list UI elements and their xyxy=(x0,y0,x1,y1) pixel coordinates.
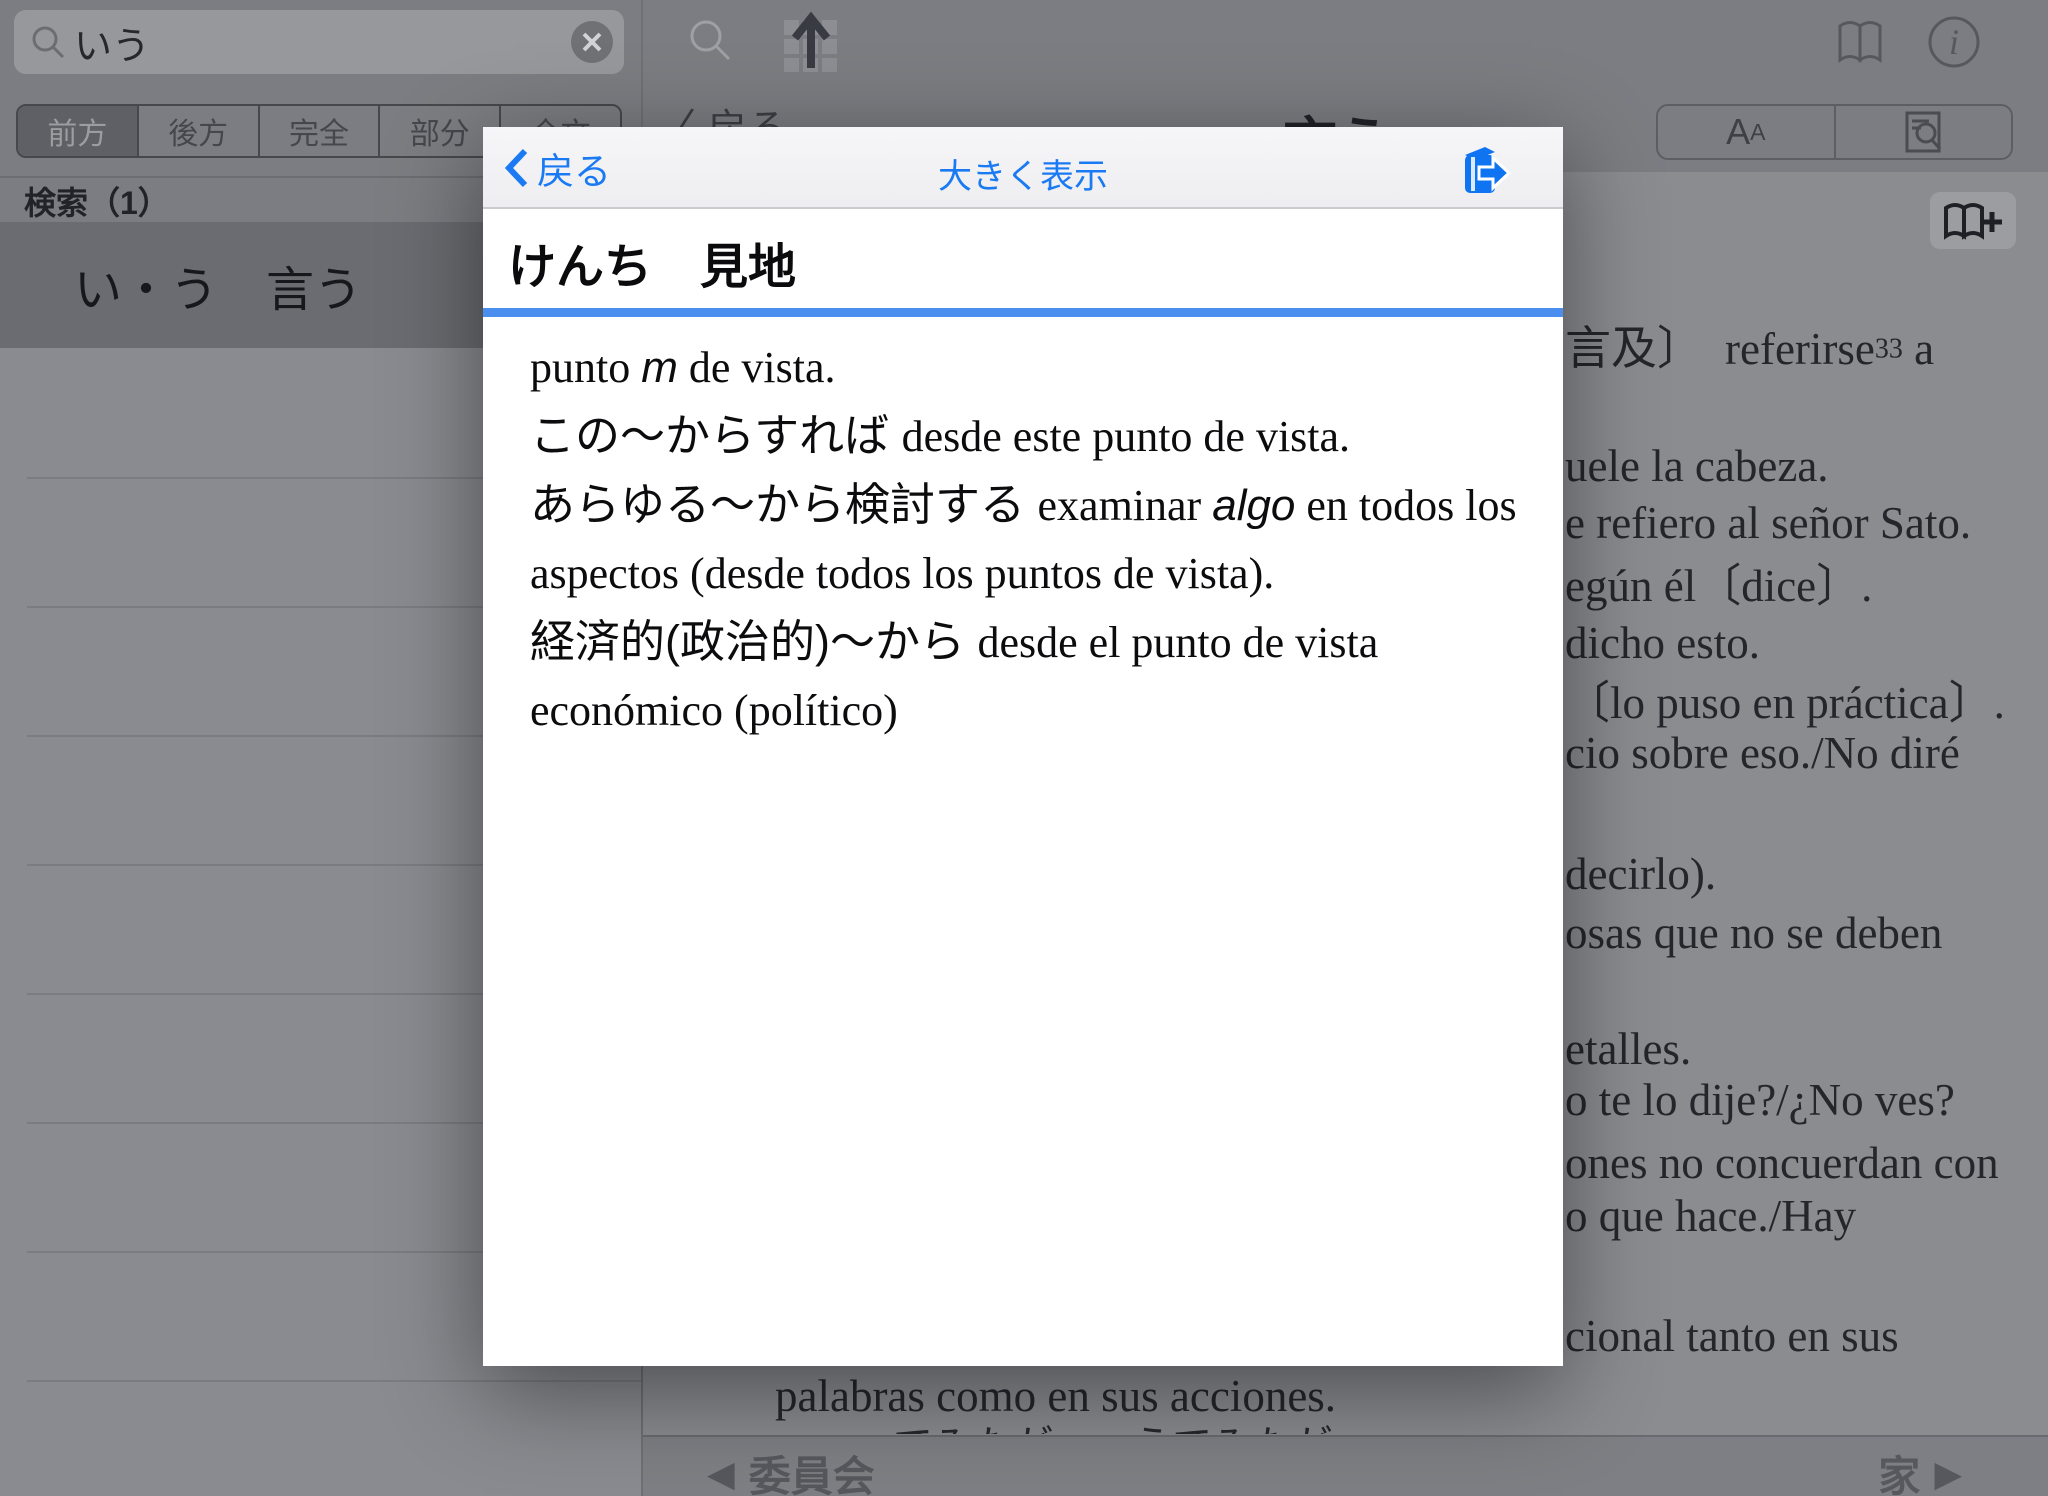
dimmed-text-fragment: o que hace./Hay xyxy=(1565,1190,1856,1242)
svg-text:i: i xyxy=(1949,22,1959,62)
modal-body: punto m de vista.この〜からすれば desde este pun… xyxy=(530,339,1520,750)
entry-text-line: あらゆる〜から検討する examinar algo en todos los xyxy=(530,476,1520,545)
title-underline xyxy=(483,308,1563,317)
prev-entry-label: 委員会 xyxy=(749,1443,875,1496)
bookshelf-icon[interactable] xyxy=(1834,16,1886,68)
row-separator xyxy=(27,1380,641,1382)
tab-前方[interactable]: 前方 xyxy=(18,106,139,156)
entry-nav-bar: ◀ 委員会 家 ▶ xyxy=(643,1435,2048,1496)
entry-title-row: けんち 見地 xyxy=(508,227,796,297)
app-screen: 前方後方完全部分全文 検索（1） い・う 言う 〈 戻る 言う i xyxy=(0,0,2048,1496)
book-plus-icon xyxy=(1942,200,2004,242)
results-header-label: 検索（1） xyxy=(24,178,170,224)
dimmed-text-fragment: ones no concuerdan con xyxy=(1565,1137,1999,1189)
search-field[interactable] xyxy=(14,10,624,74)
entry-text-line: aspectos (desde todos los puntos de vist… xyxy=(530,545,1520,613)
search-in-entry-button[interactable] xyxy=(1836,106,2012,158)
entry-text-line: 経済的(政治的)〜から desde el punto de vista xyxy=(530,613,1520,682)
search-icon xyxy=(30,24,66,60)
dimmed-text-fragment: decirlo). xyxy=(1565,848,1716,900)
entry-text-line: económico (político) xyxy=(530,682,1520,750)
dimmed-text-fragment: 〔lo puso en práctica〕. xyxy=(1565,666,2005,731)
prev-entry-button[interactable]: ◀ 委員会 xyxy=(707,1443,875,1496)
prev-arrow-icon: ◀ xyxy=(707,1453,735,1495)
entry-text-line: punto m de vista. xyxy=(530,339,1520,407)
dimmed-text-fragment: cio sobre eso./No diré xyxy=(1565,727,1960,779)
entry-text-line: この〜からすれば desde este punto de vista. xyxy=(530,407,1520,476)
next-entry-button[interactable]: 家 ▶ xyxy=(1878,1443,1962,1496)
info-icon[interactable]: i xyxy=(1926,14,1982,70)
show-larger-button[interactable]: 大きく表示 xyxy=(483,149,1563,198)
dimmed-text-fragment: o te lo dije?/¿No ves? xyxy=(1565,1074,1955,1126)
dimmed-text-fragment: cional tanto en sus xyxy=(1565,1310,1899,1362)
page-jump-icon[interactable] xyxy=(782,10,840,72)
dimmed-text-fragment: egún él〔dice〕. xyxy=(1565,549,1872,614)
add-bookmark-button[interactable] xyxy=(1930,192,2016,249)
document-search-icon xyxy=(1899,108,1947,156)
dimmed-text-fragment: dicho esto. xyxy=(1565,617,1760,669)
dimmed-clipped-line: 〜てみたが、〜うてみたが … … … … … xyxy=(853,1413,1813,1434)
tab-完全[interactable]: 完全 xyxy=(260,106,381,156)
popover-header: 戻る 大きく表示 xyxy=(483,127,1563,209)
dimmed-back-button: 〈 戻る xyxy=(656,96,786,127)
dimmed-text-fragment: etalles. xyxy=(1565,1023,1691,1075)
entry-popover: 戻る 大きく表示 けんち 見地 punto m de vista.この〜からすれ… xyxy=(483,127,1563,1366)
search-input[interactable] xyxy=(66,21,571,64)
dimmed-entry-heading-fragment: 言及〕 referirse33 a xyxy=(1565,312,1934,378)
open-in-dictionary-icon[interactable] xyxy=(1459,143,1511,197)
next-arrow-icon: ▶ xyxy=(1934,1453,1962,1495)
font-size-button[interactable]: AA xyxy=(1658,106,1836,158)
tab-後方[interactable]: 後方 xyxy=(139,106,260,156)
content-search-icon[interactable] xyxy=(686,16,736,66)
entry-title: けんち 見地 xyxy=(508,241,796,294)
dimmed-text-fragment: e refiero al señor Sato. xyxy=(1565,497,1971,549)
result-row-label: い・う 言う xyxy=(74,250,362,320)
dimmed-text-fragment: uele la cabeza. xyxy=(1565,440,1829,492)
clear-search-icon[interactable] xyxy=(571,21,613,63)
dimmed-text-fragment: osas que no se deben xyxy=(1565,907,1942,959)
next-entry-label: 家 xyxy=(1878,1443,1920,1496)
dimmed-page-title: 言う xyxy=(1283,98,1443,127)
view-options-control: AA xyxy=(1656,104,2013,160)
